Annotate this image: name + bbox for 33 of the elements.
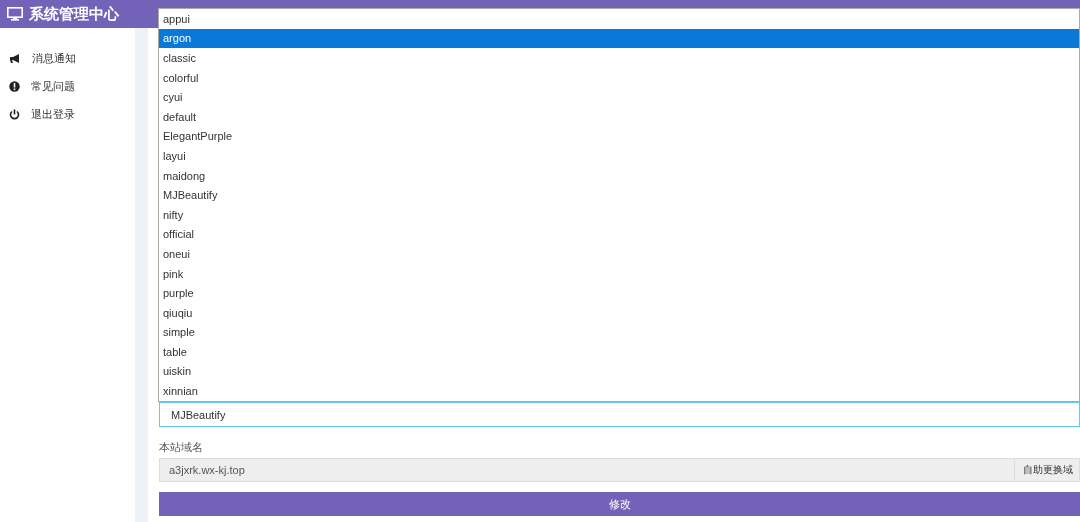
dropdown-option[interactable]: official [159, 224, 1079, 245]
alert-icon [9, 80, 20, 92]
sidebar-item[interactable]: 常见问题 [0, 72, 135, 100]
dropdown-option[interactable]: nifty [159, 204, 1079, 225]
dropdown-option[interactable]: cyui [159, 87, 1079, 107]
dropdown-option[interactable]: colorful [159, 67, 1079, 88]
power-icon [9, 108, 20, 120]
dropdown-option[interactable]: appui [159, 9, 1079, 29]
sidebar-item[interactable]: 消息通知 [0, 44, 135, 72]
dropdown-option[interactable]: classic [159, 48, 1079, 68]
dropdown-option[interactable]: xinnian [159, 381, 1079, 401]
dropdown-option[interactable]: pink [159, 263, 1079, 284]
dropdown-option[interactable]: table [159, 342, 1079, 362]
dropdown-option[interactable]: layui [159, 146, 1079, 166]
dropdown-option[interactable]: argon [159, 28, 1079, 49]
dropdown-option[interactable]: oneui [159, 244, 1079, 264]
sidebar-item[interactable]: 退出登录 [0, 100, 135, 128]
submit-button[interactable]: 修改 [159, 492, 1080, 516]
dropdown-option[interactable]: purple [159, 283, 1079, 303]
dropdown-option[interactable]: qiuqiu [159, 302, 1079, 323]
megaphone-icon [9, 52, 21, 64]
dropdown-option[interactable]: MJBeautify [159, 185, 1079, 205]
theme-select[interactable]: MJBeautify [159, 402, 1080, 427]
dropdown-option[interactable]: maidong [159, 165, 1079, 186]
field-label: 本站域名 [159, 440, 204, 455]
dropdown-option[interactable]: simple [159, 322, 1079, 343]
change-domain-button[interactable]: 自助更换域 [1015, 458, 1080, 482]
domain-field[interactable]: a3jxrk.wx-kj.top [159, 458, 1015, 482]
dropdown-option[interactable]: default [159, 106, 1079, 127]
dropdown-option[interactable]: ElegantPurple [159, 126, 1079, 147]
monitor-icon [7, 7, 23, 21]
app-title: 系统管理中心 [0, 4, 119, 24]
dropdown-option[interactable]: uiskin [159, 361, 1079, 382]
